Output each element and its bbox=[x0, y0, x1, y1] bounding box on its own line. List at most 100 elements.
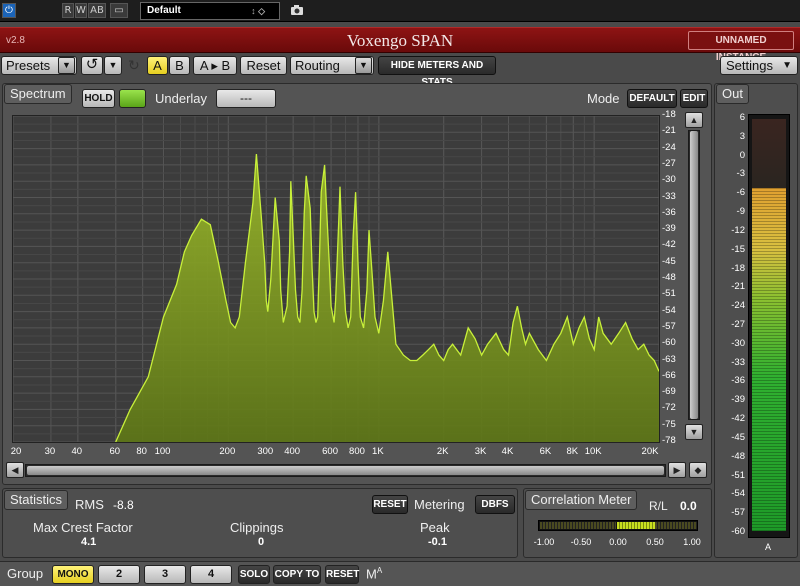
hold-color-swatch[interactable] bbox=[119, 89, 146, 108]
group-2-button[interactable]: 2 bbox=[98, 565, 140, 584]
host-preset-select[interactable]: Default ↕ ◇ bbox=[140, 2, 280, 20]
spectrum-plot[interactable] bbox=[12, 115, 660, 443]
frequency-tick-label: 200 bbox=[219, 446, 236, 457]
copy-to-button[interactable]: COPY TO bbox=[273, 565, 321, 584]
camera-icon[interactable] bbox=[290, 4, 304, 16]
db-tick-label: -24 bbox=[662, 141, 676, 153]
undo-icon: ↺ bbox=[85, 56, 99, 73]
group-4-button[interactable]: 4 bbox=[190, 565, 232, 584]
scroll-up-button[interactable]: ▲ bbox=[685, 112, 703, 128]
tab-correlation[interactable]: Correlation Meter bbox=[525, 490, 638, 510]
db-tick-label: -72 bbox=[662, 402, 676, 414]
instance-name-button[interactable]: UNNAMED INSTANCE bbox=[688, 31, 794, 63]
output-db-tick: -27 bbox=[731, 319, 745, 330]
presets-label: Presets bbox=[6, 58, 51, 73]
horizontal-scroll-track[interactable] bbox=[25, 464, 666, 477]
presets-button[interactable]: Presets ▼ bbox=[1, 56, 77, 75]
metering-label: Metering bbox=[414, 497, 465, 512]
horizontal-scrollbar[interactable]: ◀ ▶ ◆ bbox=[3, 461, 711, 481]
db-tick-label: -75 bbox=[662, 418, 676, 430]
db-tick-label: -45 bbox=[662, 255, 676, 267]
chevron-down-icon: ▼ bbox=[108, 60, 118, 70]
power-button[interactable]: ⏻ bbox=[2, 3, 16, 18]
group-bar: Group MONO 2 3 4 SOLO COPY TO RESET MA bbox=[0, 561, 800, 586]
scroll-down-button[interactable]: ▼ bbox=[685, 424, 703, 440]
copy-a-to-b-button[interactable]: A ▸ B bbox=[193, 56, 237, 75]
peak-value: -0.1 bbox=[428, 536, 447, 548]
db-tick-label: -21 bbox=[662, 125, 676, 137]
db-tick-label: -42 bbox=[662, 239, 676, 251]
preset-a-button[interactable]: A bbox=[147, 56, 168, 75]
correlation-panel: Correlation Meter R/L 0.0 -1.00 -0.50 0.00… bbox=[523, 488, 712, 558]
window-button[interactable]: ▭ bbox=[110, 3, 128, 18]
vertical-scroll-track[interactable] bbox=[688, 130, 700, 420]
db-tick-label: -60 bbox=[662, 337, 676, 349]
output-db-tick: -42 bbox=[731, 413, 745, 425]
tab-out[interactable]: Out bbox=[716, 84, 749, 104]
output-db-tick: -15 bbox=[731, 243, 745, 255]
output-db-tick: -30 bbox=[731, 337, 745, 349]
correlation-tick-label: 0.00 bbox=[609, 537, 627, 547]
vertical-scrollbar[interactable]: ▲ ▼ bbox=[685, 112, 705, 442]
frequency-tick-label: 2K bbox=[436, 446, 449, 457]
title-bar: v2.8 Voxengo SPAN UNNAMED INSTANCE bbox=[0, 27, 800, 63]
routing-label: Routing bbox=[295, 58, 340, 73]
db-tick-label: -39 bbox=[662, 223, 676, 235]
clippings-label: Clippings bbox=[230, 520, 284, 535]
scroll-left-button[interactable]: ◀ bbox=[6, 462, 24, 478]
settings-button[interactable]: Settings ▼ bbox=[720, 56, 798, 75]
group-3-button[interactable]: 3 bbox=[144, 565, 186, 584]
db-tick-label: -78 bbox=[662, 435, 676, 446]
frequency-tick-label: 600 bbox=[322, 446, 338, 457]
hide-meters-button[interactable]: HIDE METERS AND STATS bbox=[378, 56, 496, 88]
db-tick-label: -30 bbox=[662, 174, 676, 186]
clippings-value: 0 bbox=[258, 536, 265, 548]
routing-button[interactable]: Routing ▼ bbox=[290, 56, 374, 75]
db-tick-label: -33 bbox=[662, 190, 676, 202]
host-preset-value: Default bbox=[147, 5, 181, 16]
output-db-tick: -45 bbox=[731, 431, 745, 443]
output-db-tick: -21 bbox=[731, 281, 745, 293]
correlation-meter-scale bbox=[540, 522, 616, 529]
write-automation-button[interactable]: W bbox=[75, 3, 87, 18]
ma-letter: M bbox=[366, 566, 377, 582]
horizontal-scroll-thumb[interactable] bbox=[27, 466, 664, 475]
undo-button[interactable]: ↺ bbox=[81, 56, 103, 75]
underlay-select[interactable]: --- bbox=[216, 89, 276, 108]
preset-b-button[interactable]: B bbox=[169, 56, 190, 75]
vertical-scroll-thumb[interactable] bbox=[690, 131, 698, 419]
ab-compare-button[interactable]: AB bbox=[88, 3, 106, 18]
output-db-tick: -18 bbox=[731, 262, 745, 274]
output-db-tick: -33 bbox=[731, 356, 745, 368]
edit-mode-button[interactable]: EDIT bbox=[680, 89, 708, 108]
zoom-reset-button[interactable]: ◆ bbox=[689, 462, 707, 478]
group-reset-button[interactable]: RESET bbox=[325, 565, 359, 584]
preset-arrows-icon[interactable]: ↕ ◇ bbox=[251, 3, 265, 19]
stats-reset-button[interactable]: RESET bbox=[372, 495, 408, 514]
db-tick-label: -48 bbox=[662, 272, 676, 283]
mode-select[interactable]: DEFAULT bbox=[627, 89, 677, 108]
tab-statistics[interactable]: Statistics bbox=[4, 490, 69, 510]
frequency-tick-label: 60 bbox=[109, 446, 121, 457]
reset-button[interactable]: Reset bbox=[240, 56, 287, 75]
statistics-panel: Statistics RMS -8.8 RESET Metering DBFS … bbox=[2, 488, 518, 558]
output-db-tick: 6 bbox=[739, 112, 745, 123]
output-db-tick: -51 bbox=[731, 469, 745, 481]
correlation-meter-fill bbox=[617, 522, 655, 529]
db-tick-label: -63 bbox=[662, 353, 676, 365]
undo-history-button[interactable]: ▼ bbox=[104, 56, 122, 75]
tab-spectrum[interactable]: Spectrum bbox=[4, 84, 72, 104]
read-automation-button[interactable]: R bbox=[62, 3, 74, 18]
group-mono-button[interactable]: MONO bbox=[52, 565, 94, 584]
metering-select[interactable]: DBFS bbox=[475, 495, 515, 514]
redo-icon[interactable]: ↻ bbox=[128, 57, 140, 74]
output-db-tick: -60 bbox=[731, 526, 745, 537]
solo-button[interactable]: SOLO bbox=[238, 565, 270, 584]
hold-button[interactable]: HOLD bbox=[82, 89, 115, 108]
output-meter-panel: Out 6 3 0 -3 -6 -9 -12 -15 -18 -21 -24 -27 -30 -33 -36… bbox=[714, 83, 798, 558]
db-tick-label: -66 bbox=[662, 369, 676, 381]
chevron-down-icon: ▼ bbox=[58, 57, 75, 74]
scroll-right-button[interactable]: ▶ bbox=[668, 462, 686, 478]
frequency-tick-label: 4K bbox=[501, 446, 514, 457]
output-db-tick: -6 bbox=[736, 187, 745, 199]
